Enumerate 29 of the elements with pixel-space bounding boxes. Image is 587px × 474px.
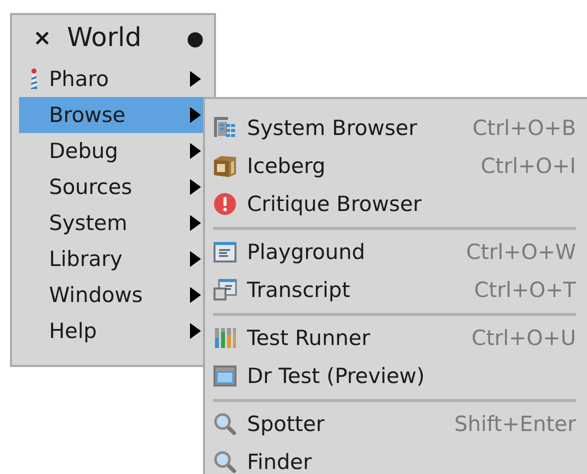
window-icon	[213, 240, 237, 264]
shortcut-label: Shift+Enter	[454, 412, 576, 436]
close-button[interactable]: ×	[33, 26, 67, 50]
menu-item[interactable]: Playground Ctrl+O+W	[213, 233, 576, 271]
bars-icon	[213, 326, 237, 350]
menu-item[interactable]: Spotter Shift+Enter	[213, 405, 576, 443]
menu-item[interactable]: Finder	[213, 443, 576, 474]
browser-icon	[213, 116, 237, 140]
shortcut-label: Ctrl+O+W	[466, 240, 576, 264]
warning-icon	[213, 192, 237, 216]
shortcut-label: Ctrl+O+I	[480, 154, 576, 178]
pin-button[interactable]: ●	[186, 26, 204, 50]
window-icon	[213, 364, 237, 388]
box-icon	[213, 154, 237, 178]
shortcut-label: Ctrl+O+T	[474, 278, 576, 302]
menu-item[interactable]: Transcript Ctrl+O+T	[213, 271, 576, 309]
shortcut-label: Ctrl+O+U	[472, 326, 576, 350]
menu-item[interactable]: Iceberg Ctrl+O+I	[213, 147, 576, 185]
menu-item[interactable]: Dr Test (Preview)	[213, 357, 576, 395]
shortcut-label: Ctrl+O+B	[472, 116, 576, 140]
menu-item[interactable]: Test Runner Ctrl+O+U	[213, 319, 576, 357]
menu-item[interactable]: Critique Browser	[213, 185, 576, 223]
windows-icon	[213, 278, 237, 302]
search-icon	[213, 412, 237, 436]
search-icon	[213, 450, 237, 474]
menu-title: World	[67, 23, 143, 53]
menu-item[interactable]: System Browser Ctrl+O+B	[213, 109, 576, 147]
menu-item[interactable]: Browse	[19, 97, 203, 133]
lighthouse-icon	[29, 68, 39, 90]
